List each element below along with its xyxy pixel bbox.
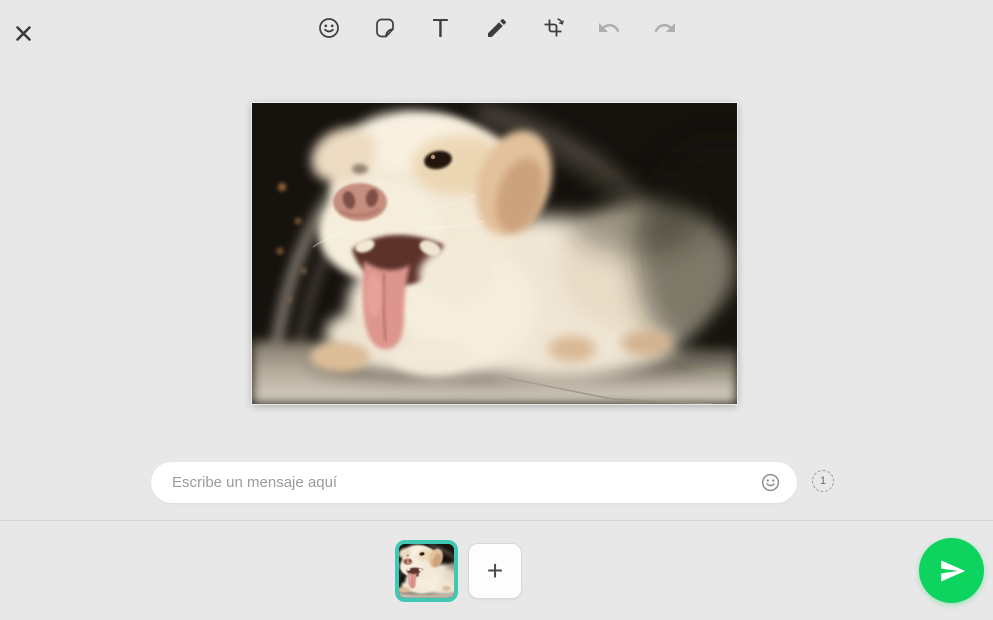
- redo-button[interactable]: [651, 13, 678, 43]
- caption-emoji-button[interactable]: [757, 462, 797, 503]
- emoji-icon: [760, 472, 781, 493]
- undo-button[interactable]: [595, 13, 622, 43]
- sticker-icon: [373, 16, 397, 40]
- sticker-tool-button[interactable]: [371, 13, 398, 43]
- send-button[interactable]: [919, 538, 984, 603]
- undo-icon: [597, 16, 621, 40]
- editor-toolbar: T: [0, 10, 993, 46]
- emoji-tool-button[interactable]: [315, 13, 342, 43]
- plus-icon: +: [487, 557, 503, 585]
- puppy-photo: [252, 103, 737, 404]
- text-tool-icon: T: [433, 15, 449, 41]
- redo-icon: [653, 16, 677, 40]
- selected-count-badge: 1: [812, 470, 834, 492]
- image-editor-screen: T: [0, 0, 993, 620]
- caption-input[interactable]: [151, 462, 757, 503]
- editor-topbar: T: [0, 0, 993, 54]
- crop-tool-button[interactable]: [539, 13, 566, 43]
- emoji-icon: [317, 16, 341, 40]
- thumbnail-selected[interactable]: [395, 540, 458, 602]
- thumbnail-image: [399, 544, 454, 598]
- footer-bar: +: [0, 521, 993, 620]
- crop-rotate-icon: [541, 16, 565, 40]
- selected-count-value: 1: [820, 475, 826, 487]
- send-icon: [937, 556, 967, 586]
- add-media-button[interactable]: +: [468, 543, 522, 599]
- pencil-icon: [485, 16, 509, 40]
- photo-preview: [252, 103, 737, 404]
- text-tool-button[interactable]: T: [427, 13, 454, 43]
- draw-tool-button[interactable]: [483, 13, 510, 43]
- caption-bar: [151, 462, 797, 503]
